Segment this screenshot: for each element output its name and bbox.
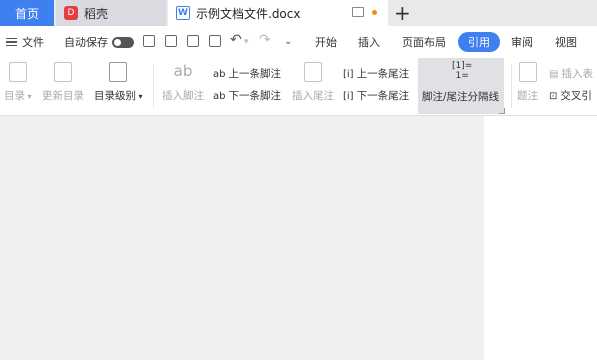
undo-icon[interactable]: ↶	[230, 32, 242, 48]
ribbon-tab-references[interactable]: 引用	[458, 32, 500, 52]
new-tab-button[interactable]: +	[394, 1, 411, 25]
export-pdf-icon[interactable]	[165, 35, 177, 47]
endnote-icon	[304, 62, 322, 82]
unsaved-dot-icon	[372, 10, 377, 15]
next-endnote-label: 下一条尾注	[356, 90, 410, 102]
monitor-icon[interactable]	[352, 7, 364, 17]
autosave-label: 自动保存	[64, 36, 108, 49]
next-footnote-icon: ab	[213, 91, 226, 102]
separator-icon: [1]= 1=	[452, 61, 473, 81]
cross-reference-label: 交叉引	[560, 90, 592, 102]
print-icon[interactable]	[187, 35, 199, 47]
ribbon-tab-insert[interactable]: 插入	[358, 26, 380, 58]
menu-bar: 文件 自动保存 ↶ ▾ ↷ ⌄ 开始 插入 页面布局 引用 审阅 视图	[0, 26, 597, 58]
insert-table-caption-button[interactable]: ▤ 插入表	[549, 66, 593, 81]
toc-level-icon	[109, 62, 128, 82]
prev-footnote-icon: ab	[213, 69, 226, 80]
file-menu[interactable]: 文件	[6, 26, 44, 58]
file-menu-label: 文件	[22, 36, 44, 49]
cross-reference-button[interactable]: ⊡ 交叉引	[549, 88, 592, 103]
toggle-switch-icon[interactable]	[112, 36, 134, 48]
insert-footnote-label: 插入脚注	[162, 90, 204, 102]
references-ribbon: 目录 更新目录 目录级别 ab 插入脚注 ab上一条脚注 ab下一条脚注 插入尾…	[0, 58, 597, 116]
next-endnote-icon: [i]	[343, 91, 354, 102]
toc-label: 目录	[4, 88, 32, 103]
ribbon-tab-review[interactable]: 审阅	[511, 26, 533, 58]
divider	[153, 64, 154, 108]
toc-level-label: 目录级别	[94, 88, 143, 103]
insert-footnote-button[interactable]: ab 插入脚注	[162, 62, 204, 103]
toc-level-button[interactable]: 目录级别	[94, 62, 143, 103]
prev-endnote-label: 上一条尾注	[356, 68, 410, 80]
prev-footnote-label: 上一条脚注	[228, 68, 281, 80]
redo-icon[interactable]: ↷	[259, 32, 271, 48]
tab-daoke-label: 稻壳	[84, 6, 109, 21]
prev-footnote-button[interactable]: ab 上一条脚注	[213, 66, 281, 81]
tab-home[interactable]: 首页	[0, 0, 54, 26]
print-preview-icon[interactable]	[209, 35, 221, 47]
writer-doc-icon: W	[176, 6, 190, 20]
page-corner-mark	[499, 108, 505, 114]
next-footnote-label: 下一条脚注	[228, 90, 281, 102]
ribbon-tab-page-layout[interactable]: 页面布局	[402, 26, 446, 58]
daoke-logo-icon: D	[64, 6, 78, 20]
insert-table-caption-label: 插入表	[561, 68, 593, 80]
update-toc-label: 更新目录	[42, 90, 84, 102]
prev-endnote-button[interactable]: [i] 上一条尾注	[343, 66, 409, 81]
caption-button[interactable]: 题注	[517, 62, 538, 103]
hamburger-icon	[6, 37, 17, 47]
insert-endnote-button[interactable]: 插入尾注	[292, 62, 334, 103]
toc-icon	[8, 62, 27, 82]
next-footnote-button[interactable]: ab 下一条脚注	[213, 88, 281, 103]
title-tab-bar: 首页 D 稻壳 W 示例文档文件.docx +	[0, 0, 597, 26]
footnote-separator-button[interactable]: [1]= 1= 脚注/尾注分隔线	[418, 58, 504, 114]
footnote-icon: ab	[173, 62, 193, 80]
customize-dropdown-icon[interactable]: ⌄	[284, 36, 292, 47]
caption-label: 题注	[517, 90, 538, 102]
toc-button[interactable]: 目录	[4, 62, 32, 103]
document-page[interactable]	[484, 116, 597, 360]
table-caption-icon: ▤	[549, 69, 559, 80]
insert-endnote-label: 插入尾注	[292, 90, 334, 102]
tab-home-label: 首页	[14, 6, 39, 21]
divider	[511, 64, 512, 108]
ribbon-tab-view[interactable]: 视图	[555, 26, 577, 58]
update-toc-icon	[54, 62, 72, 82]
footnote-separator-label: 脚注/尾注分隔线	[422, 91, 500, 103]
tab-daoke[interactable]: D 稻壳	[56, 0, 166, 26]
cross-reference-icon: ⊡	[549, 91, 558, 102]
undo-dropdown-icon[interactable]: ▾	[244, 37, 249, 47]
prev-endnote-icon: [i]	[343, 69, 354, 80]
autosave-toggle[interactable]: 自动保存	[64, 26, 134, 58]
caption-icon	[518, 62, 537, 82]
tab-document-label: 示例文档文件.docx	[196, 6, 301, 21]
update-toc-button[interactable]: 更新目录	[42, 62, 84, 103]
tab-document[interactable]: W 示例文档文件.docx	[168, 0, 388, 26]
next-endnote-button[interactable]: [i] 下一条尾注	[343, 88, 409, 103]
save-icon[interactable]	[143, 35, 155, 47]
ribbon-tab-home[interactable]: 开始	[315, 26, 337, 58]
